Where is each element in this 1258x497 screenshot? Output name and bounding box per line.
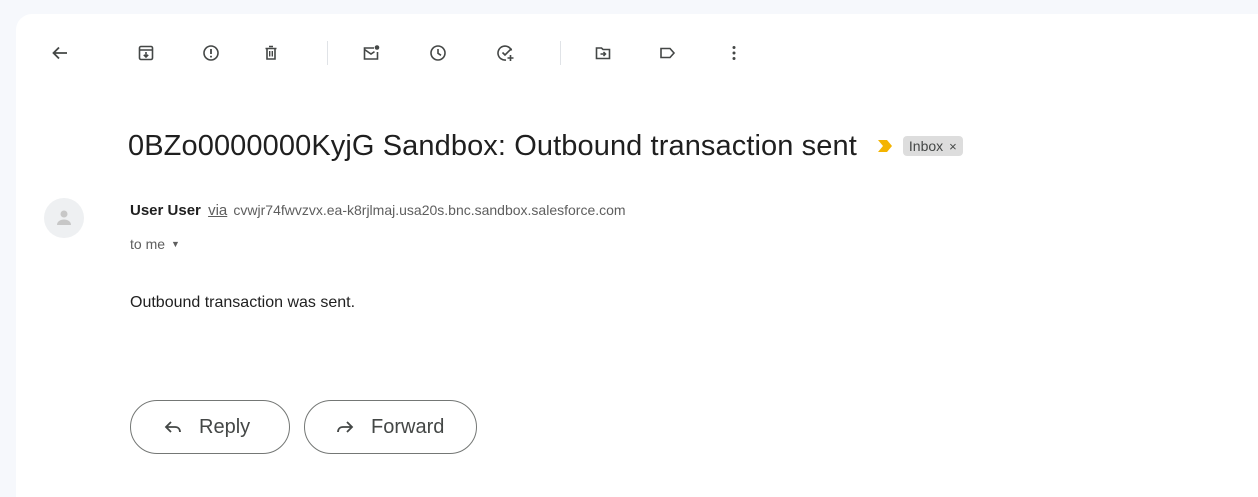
email-toolbar	[16, 36, 1258, 70]
person-icon	[57, 210, 71, 225]
move-to-button[interactable]	[586, 36, 620, 70]
more-vertical-icon	[732, 46, 736, 60]
mark-unread-icon	[363, 45, 380, 60]
more-button[interactable]	[717, 36, 751, 70]
forward-label: Forward	[371, 415, 445, 438]
label-icon	[660, 47, 676, 59]
mark-unread-button[interactable]	[354, 36, 388, 70]
sender-avatar[interactable]	[44, 198, 84, 238]
reply-icon	[164, 421, 181, 433]
archive-button[interactable]	[129, 36, 163, 70]
back-button[interactable]	[43, 36, 77, 70]
add-task-icon	[497, 45, 514, 61]
show-details-icon[interactable]: ▼	[171, 239, 180, 249]
email-subject: 0BZo0000000KyjG Sandbox: Outbound transa…	[128, 129, 857, 162]
label-button[interactable]	[650, 36, 684, 70]
sender-name[interactable]: User User	[130, 202, 201, 219]
move-to-folder-icon	[595, 47, 611, 60]
toolbar-divider	[560, 41, 561, 65]
subject-row: 0BZo0000000KyjG Sandbox: Outbound transa…	[128, 126, 963, 166]
email-view-panel: 0BZo0000000KyjG Sandbox: Outbound transa…	[16, 14, 1258, 497]
archive-icon	[138, 45, 154, 61]
inbox-label-chip: Inbox ×	[902, 136, 963, 156]
report-spam-icon	[203, 45, 219, 61]
back-arrow-icon	[52, 46, 67, 60]
toolbar-divider	[327, 41, 328, 65]
via-link[interactable]: via	[208, 202, 227, 219]
sender-email: cvwjr74fwvzvx.ea-k8rjlmaj.usa20s.bnc.san…	[233, 202, 626, 218]
trash-icon	[265, 45, 277, 60]
delete-button[interactable]	[254, 36, 288, 70]
add-to-tasks-button[interactable]	[489, 36, 523, 70]
snooze-button[interactable]	[421, 36, 455, 70]
label-chip-text: Inbox	[908, 138, 944, 154]
clock-icon	[430, 45, 446, 61]
report-spam-button[interactable]	[194, 36, 228, 70]
reply-label: Reply	[199, 415, 251, 438]
forward-icon	[337, 421, 354, 433]
recipient-line: to me ▼	[130, 236, 180, 252]
importance-marker-icon[interactable]	[877, 139, 893, 153]
recipient-text: to me	[130, 236, 166, 252]
reply-button[interactable]: Reply	[130, 400, 290, 454]
forward-button[interactable]: Forward	[304, 400, 477, 454]
email-body: Outbound transaction was sent.	[130, 294, 356, 311]
remove-label-button[interactable]: ×	[949, 139, 957, 154]
sender-line: User User via cvwjr74fwvzvx.ea-k8rjlmaj.…	[130, 202, 626, 219]
